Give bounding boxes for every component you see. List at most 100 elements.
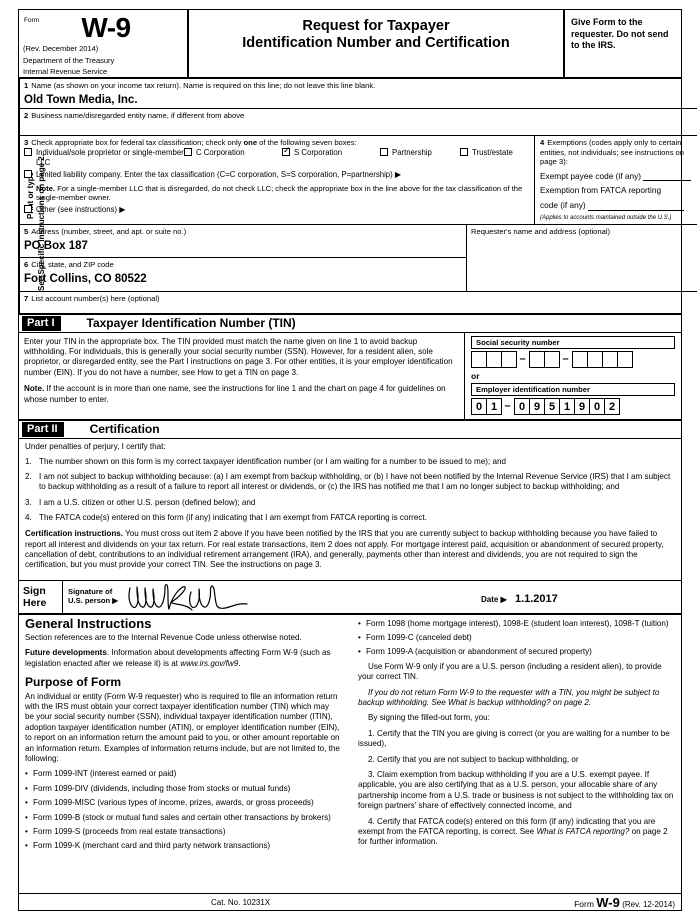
checkbox-partnership-icon[interactable] (380, 148, 388, 156)
signature-of-label: Signature of U.S. person ▶ (63, 581, 125, 613)
part2-body: Under penalties of perjury, I certify th… (19, 439, 681, 581)
cert-item-text: The number shown on this form is my corr… (39, 456, 506, 466)
upper-fields-section: Print or type See Specific Instructions … (19, 79, 697, 315)
future-developments-text: Future developments. Information about d… (25, 648, 340, 669)
line7-account-numbers-field[interactable]: 7 List account number(s) here (optional) (20, 292, 697, 313)
ein-digit-boxes[interactable]: 0 1 – 0 9 5 1 9 0 2 (471, 397, 675, 415)
certification-item: 4. The FATCA code(s) entered on this for… (25, 513, 675, 523)
ein-digit[interactable]: 9 (529, 397, 545, 415)
ein-digit[interactable]: 9 (574, 397, 590, 415)
signature-section: Sign Here Signature of U.S. person ▶ Dat… (19, 580, 681, 615)
exempt-payee-code-row[interactable]: Exempt payee code (if any) (540, 171, 692, 182)
checkbox-llc-icon[interactable] (24, 170, 32, 178)
part1-note-bold: Note. (24, 384, 45, 394)
signature-input-area[interactable] (125, 581, 471, 613)
bullet-text: Form 1099-S (proceeds from real estate t… (33, 827, 226, 837)
bullet-text: Form 1099-K (merchant card and third par… (33, 841, 271, 851)
checkbox-individual-label: Individual/sole proprietor or single-mem… (36, 148, 184, 167)
ein-digit[interactable]: 1 (559, 397, 575, 415)
checkbox-llc-row[interactable]: Limited liability company. Enter the tax… (24, 170, 530, 180)
ein-digit[interactable]: 2 (604, 397, 620, 415)
requester-name-address-field[interactable]: Requester's name and address (optional) (467, 225, 697, 291)
classification-checkbox-row: Individual/sole proprietor or single-mem… (24, 146, 530, 167)
left-bullet-item: • Form 1099-MISC (various types of incom… (25, 798, 340, 808)
signature-date-field[interactable]: Date ▶ 1.1.2017 (471, 581, 681, 613)
ein-digit[interactable]: 1 (486, 397, 502, 415)
form-word-label: Form (24, 17, 40, 24)
sign-here-line2: Here (23, 596, 47, 609)
line6-number: 6 (24, 259, 29, 269)
bullet-dot: • (25, 769, 28, 779)
w9-form-page: Form W-9 (Rev. December 2014) Department… (0, 0, 700, 919)
sign-here-line1: Sign (23, 584, 46, 597)
checkbox-c-corporation[interactable]: C Corporation (184, 148, 282, 158)
checkbox-trust-estate[interactable]: Trust/estate (460, 148, 530, 158)
irs-fw9-url: www.irs.gov/fw9 (180, 658, 239, 668)
fatca-code-input[interactable] (587, 202, 684, 211)
checkbox-other-icon[interactable] (24, 205, 32, 214)
checkbox-individual-icon[interactable] (24, 148, 32, 156)
fatca-code-input-row[interactable]: code (if any) (540, 199, 692, 211)
cert-instructions-bold: Certification instructions. (25, 529, 124, 539)
tin-entry-block: Social security number – – or Employer i… (465, 333, 681, 419)
part2-intro: Under penalties of perjury, I certify th… (25, 441, 166, 451)
ein-digit[interactable]: 0 (589, 397, 605, 415)
checkbox-c-corp-icon[interactable] (184, 148, 192, 156)
purpose-of-form-heading: Purpose of Form (25, 675, 122, 690)
line4-label-text: Exemptions (codes apply only to certain … (540, 138, 684, 167)
left-bullet-item: • Form 1099-INT (interest earned or paid… (25, 769, 340, 779)
bullet-dot: • (358, 632, 361, 642)
ssn-digit-boxes[interactable]: – – (471, 350, 675, 368)
checkbox-s-corporation[interactable]: S Corporation (282, 146, 380, 158)
line2-number: 2 (24, 111, 29, 120)
line3-note: Note. For a single-member LLC that is di… (36, 184, 530, 203)
ssn-digit[interactable] (544, 350, 560, 368)
line3-classification-block: 3 Check appropriate box for federal tax c… (20, 136, 535, 224)
ssn-digit[interactable] (486, 350, 502, 368)
checkbox-other-row[interactable]: Other (see instructions) ▶ (24, 205, 530, 215)
ein-digit[interactable]: 0 (514, 397, 530, 415)
ein-digit[interactable]: 5 (544, 397, 560, 415)
ssn-digit[interactable] (529, 350, 545, 368)
bullet-dot: • (25, 798, 28, 808)
ssn-digit[interactable] (617, 350, 633, 368)
cert-item-number: 2. (25, 472, 32, 482)
bullet-text: Form 1099-INT (interest earned or paid) (33, 769, 177, 779)
line3-label-bold: one (243, 138, 258, 147)
line3-line4-row: 3 Check appropriate box for federal tax c… (20, 136, 697, 225)
line6-city-state-zip-field[interactable]: 6 City, state, and ZIP code Fort Collins,… (20, 258, 466, 291)
checkbox-individual-sole-proprietor[interactable]: Individual/sole proprietor or single-mem… (24, 148, 184, 167)
ein-digit[interactable]: 0 (471, 397, 487, 415)
line1-name-field[interactable]: 1 Name (as shown on your income tax retur… (20, 79, 697, 109)
header-title-block: Request for Taxpayer Identification Numb… (189, 10, 563, 77)
exempt-payee-code-input[interactable] (643, 172, 692, 182)
ssn-digit[interactable] (471, 350, 487, 368)
part1-note-text: If the account is in more than one name,… (24, 384, 446, 404)
part1-instructions: Enter your TIN in the appropriate box. T… (19, 332, 465, 419)
bullet-text: Form 1099-MISC (various types of income,… (33, 798, 314, 808)
line2-business-name-field[interactable]: 2 Business name/disregarded entity name, … (20, 109, 697, 136)
fatca-label-line2: code (if any) (540, 199, 586, 210)
irs-line: Internal Revenue Service (23, 67, 108, 76)
line1-number: 1 (24, 81, 29, 90)
ssn-digit[interactable] (501, 350, 517, 368)
line1-label: 1 Name (as shown on your income tax retur… (24, 81, 693, 91)
part2-tag: Part II (22, 421, 64, 437)
ssn-digit[interactable] (602, 350, 618, 368)
cert-item-number: 4. (25, 513, 32, 523)
checkbox-s-corp-icon-checked[interactable] (282, 146, 291, 156)
line4-exemptions-block: 4 Exemptions (codes apply only to certain… (535, 136, 697, 224)
bullet-dot: • (25, 783, 28, 793)
form-title-line1: Request for Taxpayer (302, 18, 450, 34)
checkbox-llc-label: Limited liability company. Enter the tax… (36, 170, 401, 179)
ssn-digit[interactable] (572, 350, 588, 368)
checkbox-trust-estate-icon[interactable] (460, 148, 468, 156)
ssn-label: Social security number (471, 335, 675, 349)
checkbox-partnership[interactable]: Partnership (380, 148, 460, 158)
header-left-block: Form W-9 (Rev. December 2014) Department… (19, 10, 189, 77)
ssn-digit[interactable] (587, 350, 603, 368)
left-bullet-item: • Form 1099-DIV (dividends, including th… (25, 784, 340, 794)
line5-label: 5 Address (number, street, and apt. or su… (24, 227, 462, 237)
line2-label: 2 Business name/disregarded entity name, … (24, 111, 693, 121)
line5-address-field[interactable]: 5 Address (number, street, and apt. or su… (20, 225, 466, 258)
